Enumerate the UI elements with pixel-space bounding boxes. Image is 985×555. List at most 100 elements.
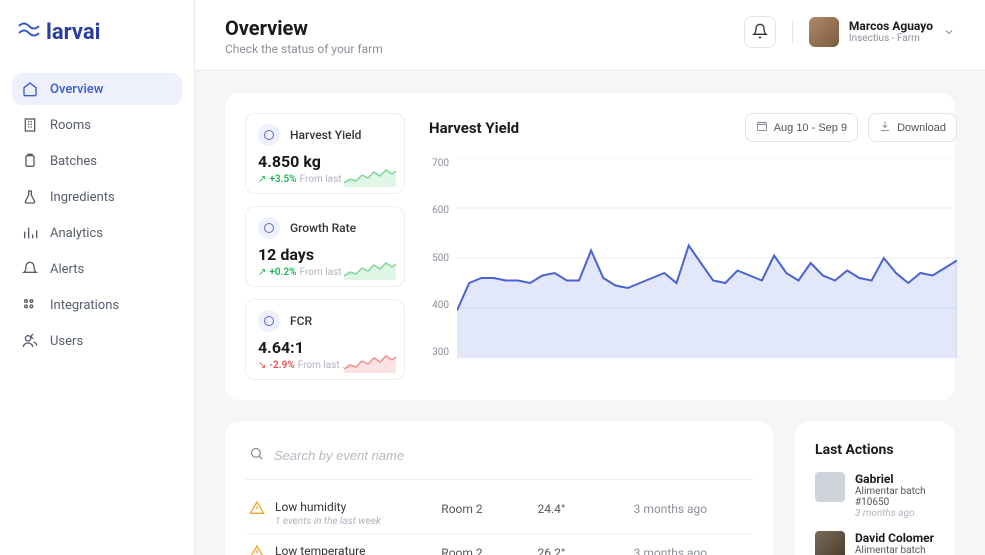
- action-desc: Alimentar batch #10650: [855, 545, 935, 555]
- calendar-icon: [756, 120, 768, 135]
- trend-icon: ↘: [258, 360, 266, 371]
- sidebar-item-label: Integrations: [50, 298, 119, 313]
- sidebar: larvai Overview Rooms Batches Ingredients An…: [0, 0, 195, 555]
- sidebar-item-batches[interactable]: Batches: [12, 145, 182, 177]
- sidebar-item-rooms[interactable]: Rooms: [12, 109, 182, 141]
- event-row[interactable]: Low temperature1 events in the last week…: [245, 534, 753, 555]
- metric-title: FCR: [290, 314, 312, 328]
- event-room: Room 2: [441, 544, 537, 555]
- last-actions-panel: Last Actions GabrielAlimentar batch #106…: [795, 422, 955, 555]
- warning-icon: [249, 544, 265, 555]
- metric-icon: [258, 217, 280, 239]
- event-time: 3 months ago: [634, 544, 749, 555]
- sparkline: [344, 165, 396, 187]
- metric-title: Harvest Yield: [290, 128, 361, 142]
- sidebar-item-label: Alerts: [50, 262, 84, 277]
- events-panel: Low humidity1 events in the last weekRoo…: [225, 422, 773, 555]
- date-range-label: Aug 10 - Sep 9: [774, 122, 847, 134]
- bars-icon: [22, 225, 38, 241]
- last-actions-title: Last Actions: [815, 442, 935, 458]
- user-name: Marcos Aguayo: [849, 20, 933, 33]
- search-row: [245, 442, 753, 480]
- sparkline: [344, 351, 396, 373]
- y-tick: 700: [429, 158, 449, 169]
- page-subtitle: Check the status of your farm: [225, 42, 383, 56]
- metric-icon: [258, 310, 280, 332]
- download-icon: [879, 120, 891, 135]
- metric-change: -2.9%: [269, 360, 294, 371]
- y-tick: 500: [429, 253, 449, 264]
- grid-icon: [22, 297, 38, 313]
- action-name: David Colomer: [855, 531, 935, 545]
- trend-icon: ↗: [258, 267, 266, 278]
- avatar: [815, 531, 845, 555]
- user-org: Insectius - Farm: [849, 33, 933, 44]
- search-input[interactable]: [274, 448, 749, 463]
- avatar: [809, 17, 839, 47]
- warning-icon: [249, 500, 265, 527]
- notifications-button[interactable]: [744, 16, 776, 48]
- chart-title: Harvest Yield: [429, 119, 519, 137]
- actions-list: GabrielAlimentar batch #106503 months ag…: [815, 472, 935, 555]
- y-tick: 600: [429, 205, 449, 216]
- metrics-column: Harvest Yield4.850 kg↗+3.5% From last ..…: [245, 113, 405, 380]
- event-temp: 26.2°: [537, 544, 633, 555]
- trend-icon: ↗: [258, 174, 266, 185]
- users-icon: [22, 333, 38, 349]
- metric-from: From last ...: [298, 360, 350, 371]
- action-time: 3 months ago: [855, 508, 935, 519]
- metric-change: +0.2%: [269, 267, 296, 278]
- chevron-down-icon: [943, 23, 955, 42]
- user-menu[interactable]: Marcos Aguayo Insectius - Farm: [809, 17, 955, 47]
- sidebar-item-ingredients[interactable]: Ingredients: [12, 181, 182, 213]
- chart-y-axis: 700 600 500 400 300: [429, 158, 457, 358]
- sidebar-item-users[interactable]: Users: [12, 325, 182, 357]
- bell-icon: [22, 261, 38, 277]
- sidebar-item-integrations[interactable]: Integrations: [12, 289, 182, 321]
- event-room: Room 2: [441, 500, 537, 516]
- metric-card[interactable]: FCR4.64:1↘-2.9% From last ...: [245, 299, 405, 380]
- download-button[interactable]: Download: [868, 113, 957, 142]
- sidebar-item-analytics[interactable]: Analytics: [12, 217, 182, 249]
- action-item[interactable]: GabrielAlimentar batch #106503 months ag…: [815, 472, 935, 519]
- sidebar-item-label: Ingredients: [50, 190, 115, 205]
- metric-icon: [258, 124, 280, 146]
- overview-panel: Harvest Yield4.850 kg↗+3.5% From last ..…: [225, 93, 955, 400]
- sparkline: [344, 258, 396, 280]
- brand-text: larvai: [46, 20, 100, 45]
- chart-area: Harvest Yield Aug 10 - Sep 9 Download: [429, 113, 957, 380]
- brand-icon: [18, 20, 40, 45]
- sidebar-item-alerts[interactable]: Alerts: [12, 253, 182, 285]
- event-name: Low temperature: [275, 544, 381, 555]
- action-item[interactable]: David ColomerAlimentar batch #10650: [815, 531, 935, 555]
- nav: Overview Rooms Batches Ingredients Analytics…: [12, 73, 182, 357]
- header: Overview Check the status of your farm M…: [195, 0, 985, 71]
- event-sub: 1 events in the last week: [275, 516, 381, 527]
- y-tick: 400: [429, 300, 449, 311]
- home-icon: [22, 81, 38, 97]
- chart-svg: [457, 158, 957, 358]
- metric-title: Growth Rate: [290, 221, 356, 235]
- page-title: Overview: [225, 16, 383, 40]
- event-row[interactable]: Low humidity1 events in the last weekRoo…: [245, 490, 753, 534]
- building-icon: [22, 117, 38, 133]
- events-list: Low humidity1 events in the last weekRoo…: [245, 490, 753, 555]
- metric-card[interactable]: Harvest Yield4.850 kg↗+3.5% From last ..…: [245, 113, 405, 194]
- sidebar-item-label: Batches: [50, 154, 97, 169]
- download-label: Download: [897, 122, 946, 134]
- sidebar-item-overview[interactable]: Overview: [12, 73, 182, 105]
- flask-icon: [22, 189, 38, 205]
- event-time: 3 months ago: [634, 500, 749, 516]
- event-temp: 24.4°: [537, 500, 633, 516]
- divider: [792, 20, 793, 44]
- action-name: Gabriel: [855, 472, 935, 486]
- brand-logo: larvai: [12, 20, 182, 45]
- date-range-button[interactable]: Aug 10 - Sep 9: [745, 113, 858, 142]
- action-desc: Alimentar batch #10650: [855, 486, 935, 508]
- bell-icon: [752, 23, 768, 42]
- metric-card[interactable]: Growth Rate12 days↗+0.2% From last ...: [245, 206, 405, 287]
- sidebar-item-label: Analytics: [50, 226, 103, 241]
- sidebar-item-label: Users: [50, 334, 83, 349]
- y-tick: 300: [429, 347, 449, 358]
- sidebar-item-label: Overview: [50, 82, 103, 97]
